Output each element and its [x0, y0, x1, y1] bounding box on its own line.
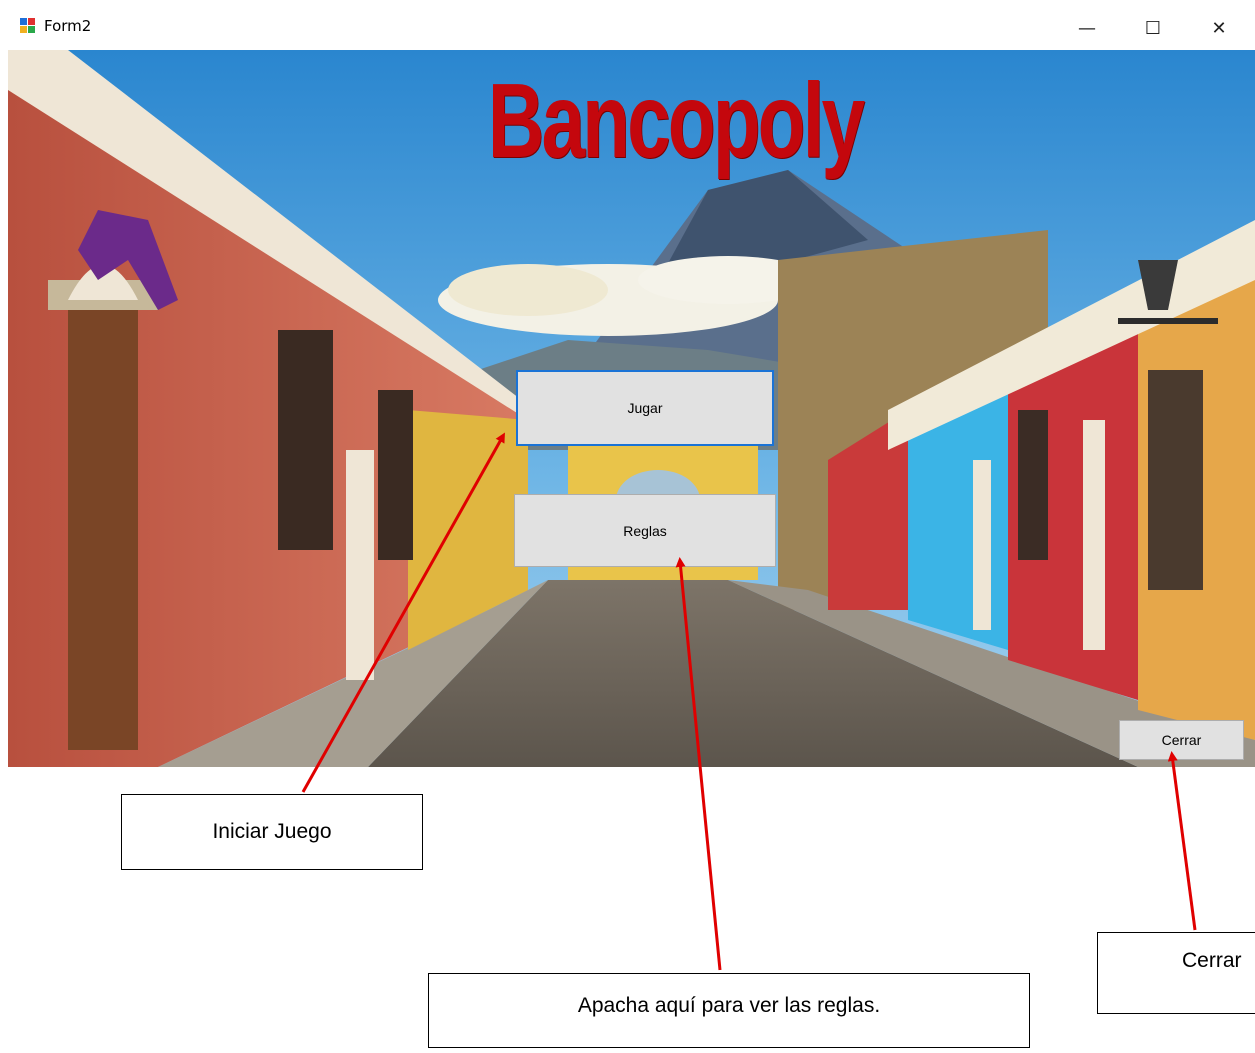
rules-button[interactable]: Reglas: [514, 494, 776, 567]
arrow-to-close-button: [1167, 751, 1197, 931]
minimize-icon[interactable]: —: [1064, 10, 1110, 46]
close-button[interactable]: Cerrar: [1119, 720, 1244, 760]
maximize-icon[interactable]: ☐: [1130, 10, 1176, 46]
callout-start-game-text: Iniciar Juego: [212, 820, 332, 843]
play-button[interactable]: Jugar: [516, 370, 774, 446]
callout-start-game: Iniciar Juego: [121, 794, 423, 870]
form-app-icon: [20, 18, 35, 33]
callout-rules: Apacha aquí para ver las reglas.: [428, 973, 1030, 1048]
window-title: Form2: [44, 17, 92, 35]
callout-close-text: Cerrar: [1182, 949, 1242, 972]
callout-rules-text: Apacha aquí para ver las reglas.: [577, 994, 881, 1017]
close-icon[interactable]: ✕: [1196, 10, 1242, 46]
form-client-area: Bancopoly Jugar Reglas Cerrar: [8, 50, 1255, 767]
bancopoly-logo-title: Bancopoly: [487, 62, 865, 180]
window-titlebar[interactable]: Form2 — ☐ ✕: [0, 0, 1255, 50]
callout-close: Cerrar: [1097, 932, 1255, 1014]
